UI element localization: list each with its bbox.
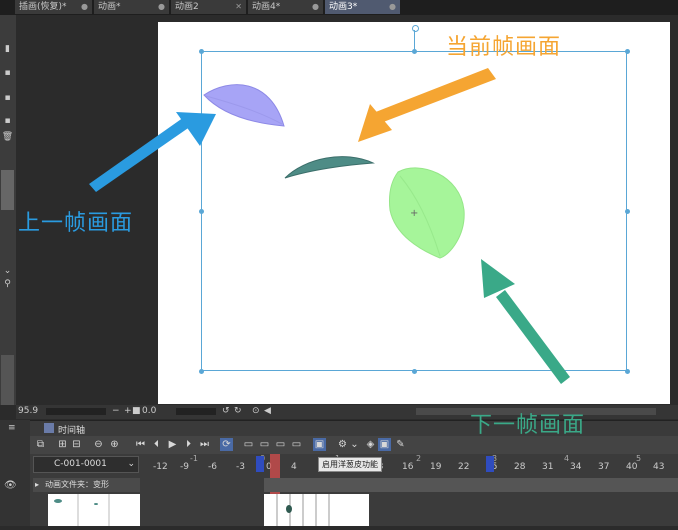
frame-cells[interactable] (264, 494, 369, 526)
ruler-top-number: -1 (190, 454, 198, 463)
arrow-previous (89, 112, 216, 192)
ruler-tick: 31 (542, 462, 554, 472)
arrow-current (358, 68, 496, 142)
zoom-in-icon[interactable]: ⊕ (108, 438, 121, 451)
flip-icon[interactable]: ◀ (264, 406, 271, 416)
ruler-tick: -3 (236, 462, 245, 472)
timeline-settings-icon[interactable]: ⊞ (56, 438, 69, 451)
ruler-tick: 37 (598, 462, 610, 472)
previous-frame-leaf (203, 84, 285, 127)
ruler-tick: 28 (514, 462, 526, 472)
ruler-top-number: 4 (564, 454, 570, 463)
ruler-tick: 19 (430, 462, 442, 472)
layer-cell-row (264, 478, 678, 492)
ruler-tick: -12 (153, 462, 168, 472)
ruler-tick: -6 (208, 462, 217, 472)
ruler-tick: 4 (291, 462, 297, 472)
eye-icon[interactable]: 👁 (4, 480, 17, 491)
zoom-in-icon[interactable]: + (124, 406, 132, 416)
timeline-left-strip: ≡ 👁 (0, 420, 30, 526)
ruler-tick: 22 (458, 462, 470, 472)
label-previous-frame: 上一帧画面 (18, 211, 134, 236)
specify-cel-icon[interactable]: ▭ (258, 438, 271, 451)
copy-cel-icon[interactable]: ▭ (274, 438, 287, 451)
loop-icon[interactable]: ⟳ (220, 438, 233, 451)
label-next-frame: 下一帧画面 (470, 413, 586, 438)
current-frame-leaf (284, 156, 374, 179)
onion-display-icon[interactable]: ▣ (378, 438, 391, 451)
timeline-panel-icon (44, 423, 54, 433)
chevron-down-icon[interactable]: ⌄ (348, 438, 361, 451)
zoom-out-icon[interactable]: − (112, 406, 120, 416)
next-frame-icon[interactable]: ⏵ (182, 438, 195, 451)
timeline-edit-icon[interactable]: ⊟ (70, 438, 83, 451)
timeline-select[interactable]: C-001-0001 ⌄ (33, 456, 139, 473)
arrow-next (481, 259, 570, 384)
cel-thumbnail-strip (54, 494, 110, 526)
timeline-ruler: -12 -9 -6 -3 0 4 7 10 13 16 19 22 25 28 … (140, 454, 678, 474)
ruler-tick: 34 (570, 462, 582, 472)
onion-skin-button[interactable]: ▣ (313, 438, 326, 451)
next-frame-leaf (389, 167, 465, 259)
rotate-left-icon[interactable]: ↺ (222, 406, 230, 416)
zoom-slider[interactable] (46, 408, 106, 415)
ruler-top-number: 5 (636, 454, 642, 463)
fit-icon[interactable]: ■ (132, 406, 141, 416)
animation-folder-layer[interactable]: ▸ 动画文件夹：变形 (33, 478, 140, 492)
first-frame-icon[interactable]: ⏮ (134, 438, 147, 451)
center-crosshair-icon: + (410, 208, 418, 219)
ruler-top-number: 2 (416, 454, 422, 463)
onion-skin-tooltip: 启用洋葱皮功能 (318, 457, 382, 472)
ruler-tick: -9 (180, 462, 189, 472)
chevron-down-icon: ⌄ (127, 459, 135, 469)
label-current-frame: 当前帧画面 (446, 35, 562, 60)
rotation-slider[interactable] (176, 408, 216, 415)
play-icon[interactable]: ▶ (166, 438, 179, 451)
timeline-panel-title[interactable]: 时间轴 (58, 423, 85, 436)
folder-icon: ▸ (35, 480, 40, 489)
cel-thumbnails[interactable] (48, 494, 140, 526)
ruler-tick: 43 (653, 462, 665, 472)
rotate-right-icon[interactable]: ↻ (234, 406, 242, 416)
menu-icon[interactable]: ≡ (8, 423, 16, 433)
previous-frame-icon[interactable]: ⏴ (150, 438, 163, 451)
zoom-out-icon[interactable]: ⊖ (92, 438, 105, 451)
new-timeline-icon[interactable]: ⧉ (34, 438, 47, 451)
ruler-tick: 40 (626, 462, 638, 472)
onion-settings-icon[interactable]: ◈ (364, 438, 377, 451)
pencil-icon[interactable]: ✎ (394, 438, 407, 451)
zoom-value[interactable]: 95.9 (18, 406, 38, 416)
rotation-value[interactable]: 0.0 (142, 406, 156, 416)
new-cel-icon[interactable]: ▭ (242, 438, 255, 451)
frame-cell-strip (276, 494, 330, 526)
play-range-start-marker[interactable] (256, 456, 264, 472)
reset-rotation-icon[interactable]: ⊙ (252, 406, 260, 416)
play-range-end-marker[interactable] (486, 456, 494, 472)
paste-cel-icon[interactable]: ▭ (290, 438, 303, 451)
last-frame-icon[interactable]: ⏭ (198, 438, 211, 451)
ruler-tick: 16 (402, 462, 414, 472)
